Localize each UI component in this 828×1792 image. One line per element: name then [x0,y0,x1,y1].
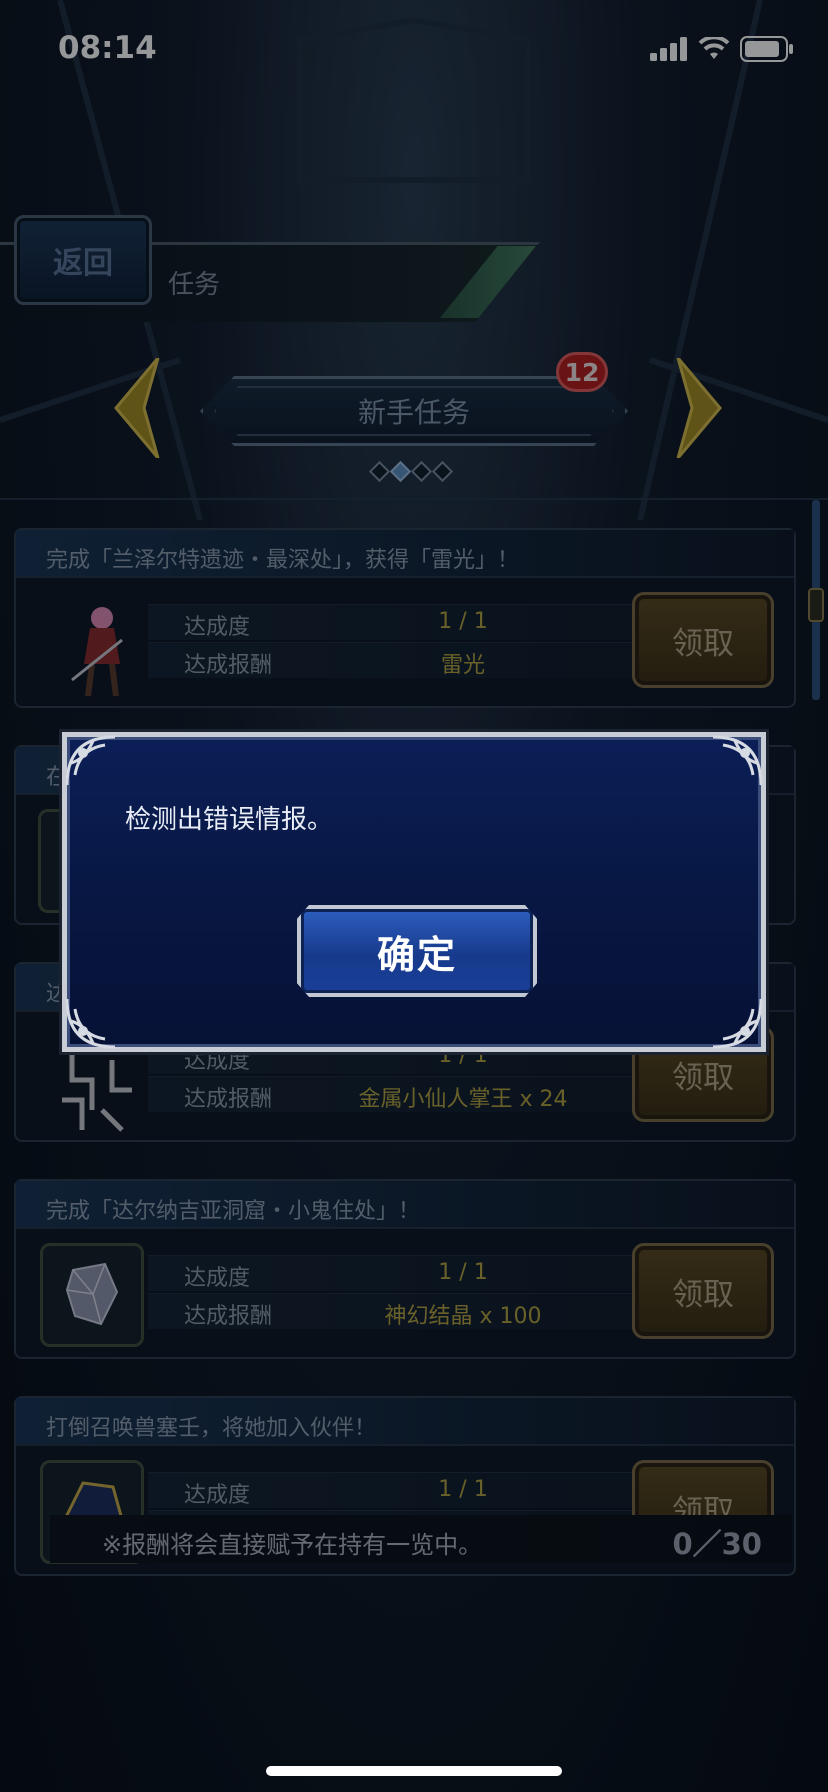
wifi-icon [698,37,730,59]
notification-badge: 12 [556,352,608,392]
claim-button[interactable]: 领取 [632,1243,774,1339]
page-indicator [368,460,454,483]
reward-value: 雷光 [440,653,485,678]
reward-label: 达成报酬 [184,653,273,678]
mission-card: 完成「达尔纳吉亚洞窟・小鬼住处」！ 达成度 1 / 1 达成报酬 神幻结晶 x … [14,1179,796,1359]
reward-value: 金属小仙人掌王 x 24 [358,1087,568,1112]
corner-ornament-icon [65,998,116,1049]
reward-row: 达成报酬 金属小仙人掌王 x 24 [148,1076,648,1112]
mission-count: 0／30 [672,1527,762,1561]
progress-row: 达成度 1 / 1 [148,604,648,640]
page-dot [410,460,433,483]
category-label: 新手任务 [357,396,470,429]
reward-notice-bar: ※报酬将会直接赋予在持有一览中。 0／30 [50,1515,792,1563]
page-title: 任务 [168,270,221,300]
error-dialog: 检测出错误情报。 确定 [62,732,766,1052]
status-icons [650,36,794,62]
reward-row: 达成报酬 雷光 [148,642,648,678]
divider [0,498,828,500]
back-button[interactable]: 返回 [14,215,152,305]
signal-icon [650,37,687,61]
prev-category-arrow[interactable] [108,358,166,458]
claim-button[interactable]: 领取 [632,592,774,688]
progress-row: 达成度 1 / 1 [148,1472,648,1508]
progress-value: 1 / 1 [438,609,488,634]
progress-label: 达成度 [184,1483,251,1508]
reward-label: 达成报酬 [184,1087,273,1112]
reward-row: 达成报酬 神幻结晶 x 100 [148,1293,648,1329]
confirm-button[interactable]: 确定 [297,905,537,997]
mission-card: 完成「兰泽尔特遗迹・最深处」，获得「雷光」！ 达成度 1 / 1 达成报酬 雷光… [14,528,796,708]
error-message: 检测出错误情报。 [125,805,334,835]
character-icon [71,607,123,697]
battery-icon [740,36,793,62]
status-time: 08:14 [58,30,157,66]
progress-label: 达成度 [184,1266,251,1291]
mission-title: 打倒召唤兽塞壬，将她加入伙伴！ [16,1398,794,1446]
reward-value: 神幻结晶 x 100 [384,1304,542,1329]
home-indicator[interactable] [266,1766,562,1776]
corner-ornament-icon [65,735,116,786]
reward-label: 达成报酬 [184,1304,273,1329]
scrollbar-handle[interactable] [808,588,824,622]
mission-title: 完成「达尔纳吉亚洞窟・小鬼住处」！ [16,1181,794,1229]
page-dot [368,460,391,483]
notice-text: ※报酬将会直接赋予在持有一览中。 [102,1531,483,1559]
progress-value: 1 / 1 [438,1260,488,1285]
crystal-shape [65,1262,119,1326]
progress-row: 达成度 1 / 1 [148,1255,648,1291]
mission-title: 完成「兰泽尔特遗迹・最深处」，获得「雷光」！ [16,530,794,578]
crystal-icon [40,1243,144,1347]
next-category-arrow[interactable] [670,358,728,458]
page-dot-active [389,460,412,483]
corner-ornament-icon [712,735,763,786]
progress-label: 达成度 [184,615,251,640]
corner-ornament-icon [712,998,763,1049]
progress-value: 1 / 1 [438,1477,488,1502]
cactuar-icon [62,1050,132,1132]
page-dot [431,460,454,483]
